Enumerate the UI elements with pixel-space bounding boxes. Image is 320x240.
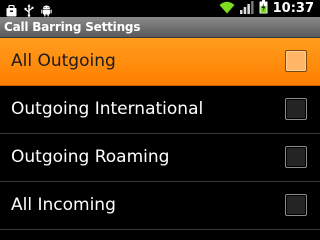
all-incoming-checkbox[interactable] — [285, 194, 307, 216]
clock: 10:37 — [272, 1, 314, 16]
list-item-label: Outgoing International — [11, 99, 204, 119]
all-outgoing-checkbox[interactable] — [285, 50, 307, 72]
system-icons: 10:37 — [219, 0, 314, 18]
settings-list: All Outgoing Outgoing International Outg… — [0, 38, 320, 230]
list-item-all-incoming[interactable]: All Incoming — [0, 182, 320, 230]
outgoing-international-checkbox[interactable] — [285, 98, 307, 120]
list-item-label: Outgoing Roaming — [11, 147, 170, 167]
outgoing-roaming-checkbox[interactable] — [285, 146, 307, 168]
battery-charging-icon — [259, 0, 268, 18]
signal-icon — [239, 0, 254, 18]
list-item-outgoing-international[interactable]: Outgoing International — [0, 86, 320, 134]
list-item-label: All Outgoing — [11, 51, 116, 71]
wifi-icon — [219, 0, 235, 18]
list-item-all-outgoing[interactable]: All Outgoing — [0, 38, 320, 86]
page-title: Call Barring Settings — [4, 20, 141, 34]
status-bar: 10:37 — [0, 0, 320, 17]
title-bar: Call Barring Settings — [0, 17, 320, 38]
list-item-label: All Incoming — [11, 195, 116, 215]
list-item-outgoing-roaming[interactable]: Outgoing Roaming — [0, 134, 320, 182]
